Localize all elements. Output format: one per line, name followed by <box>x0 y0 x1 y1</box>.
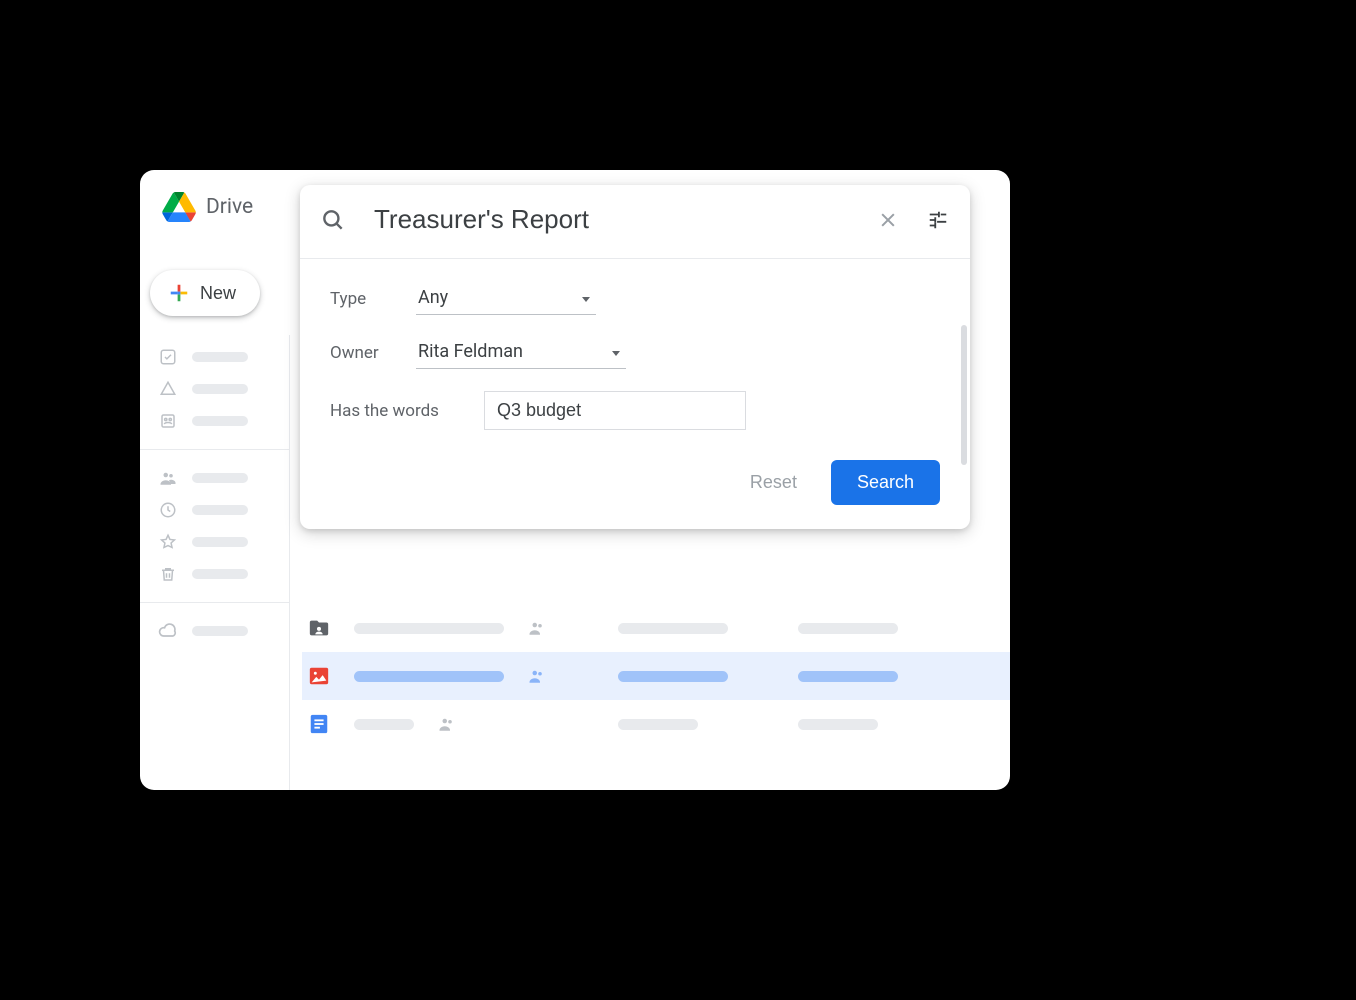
reset-button[interactable]: Reset <box>744 471 803 494</box>
search-bar <box>300 185 970 259</box>
sidebar-item-storage[interactable] <box>140 615 289 647</box>
clock-icon <box>158 500 178 520</box>
shared-people-icon <box>528 667 546 685</box>
sidebar-item-shared-drives[interactable] <box>140 405 289 437</box>
file-table <box>302 604 1010 748</box>
search-options-icon[interactable] <box>926 208 950 232</box>
sidebar-item-starred[interactable] <box>140 526 289 558</box>
shared-folder-icon <box>308 617 330 639</box>
image-file-icon <box>308 665 330 687</box>
owner-filter-label: Owner <box>330 343 416 363</box>
new-button-label: New <box>200 283 236 304</box>
table-row[interactable] <box>302 604 1010 652</box>
new-button[interactable]: New <box>150 270 260 316</box>
has-words-label: Has the words <box>330 401 484 421</box>
owner-filter-select[interactable]: Rita Feldman <box>416 337 626 369</box>
drive-logo-icon <box>162 192 196 222</box>
panel-scrollbar[interactable] <box>961 325 967 465</box>
sidebar-item-my-drive[interactable] <box>140 373 289 405</box>
clear-search-button[interactable] <box>876 208 900 232</box>
trash-icon <box>158 564 178 584</box>
advanced-search-panel: Type Any Owner Rita Feldman Has the word… <box>300 185 970 529</box>
drive-window: Drive New <box>140 170 1010 790</box>
shared-people-icon <box>528 619 546 637</box>
my-drive-icon <box>158 379 178 399</box>
cloud-icon <box>158 621 178 641</box>
search-button[interactable]: Search <box>831 460 940 505</box>
plus-multicolor-icon <box>168 282 190 304</box>
star-icon <box>158 532 178 552</box>
sidebar-item-trash[interactable] <box>140 558 289 590</box>
shared-people-icon <box>438 715 456 733</box>
search-input[interactable] <box>372 203 850 236</box>
shared-drives-icon <box>158 411 178 431</box>
type-filter-select[interactable]: Any <box>416 283 596 315</box>
sidebar-item-recent[interactable] <box>140 494 289 526</box>
table-row[interactable] <box>302 652 1010 700</box>
has-words-input[interactable] <box>484 391 746 430</box>
people-icon <box>158 468 178 488</box>
search-icon <box>320 207 346 233</box>
sidebar <box>140 335 290 790</box>
type-filter-label: Type <box>330 289 416 309</box>
app-name: Drive <box>206 195 253 219</box>
priority-icon <box>158 347 178 367</box>
sidebar-item-shared-with-me[interactable] <box>140 462 289 494</box>
table-row[interactable] <box>302 700 1010 748</box>
doc-file-icon <box>308 713 330 735</box>
sidebar-item-priority[interactable] <box>140 341 289 373</box>
